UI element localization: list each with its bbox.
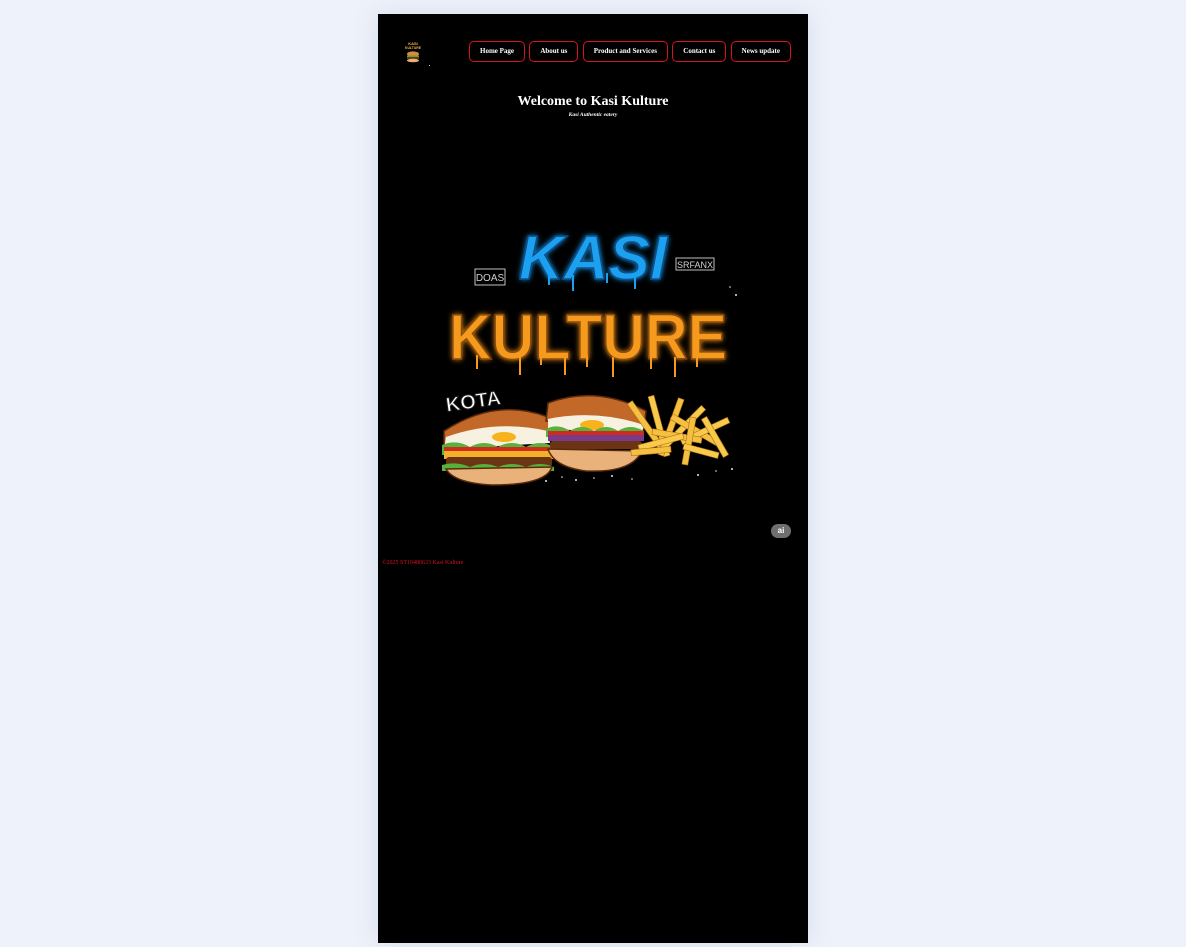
site-page: KASI KULTURE Home Page About us Product … <box>378 14 808 943</box>
nav-home-button[interactable]: Home Page <box>469 41 526 62</box>
kota-sandwich-left-icon <box>442 408 554 486</box>
graffiti-word-top: KASI <box>519 224 669 293</box>
nav-news-button[interactable]: News update <box>730 41 791 62</box>
logo-text-bottom: KULTURE <box>405 46 422 50</box>
ai-badge-button[interactable]: ai <box>771 524 791 538</box>
nav-contact-button[interactable]: Contact us <box>672 41 727 62</box>
fries-icon <box>626 394 731 466</box>
logo-dot <box>429 65 430 66</box>
main-nav: Home Page About us Product and Services … <box>469 41 791 62</box>
graffiti-tag-right: SRFANX <box>677 260 713 270</box>
hero-title: Welcome to Kasi Kulture <box>517 94 669 109</box>
kasi-kulture-logo-icon[interactable]: KASI KULTURE <box>402 40 424 64</box>
hero-subtitle: Kasi Authentic eatery <box>568 112 618 118</box>
graffiti-tag-left: DOAS <box>476 273 505 284</box>
nav-products-button[interactable]: Product and Services <box>582 41 668 62</box>
kasi-kulture-hero-image: KASI DOAS SRFANX KULTURE KOTA <box>442 223 737 486</box>
nav-about-button[interactable]: About us <box>529 41 579 62</box>
footer-copyright: ©2025 ST10480633 Kasi Kulture <box>382 560 464 566</box>
